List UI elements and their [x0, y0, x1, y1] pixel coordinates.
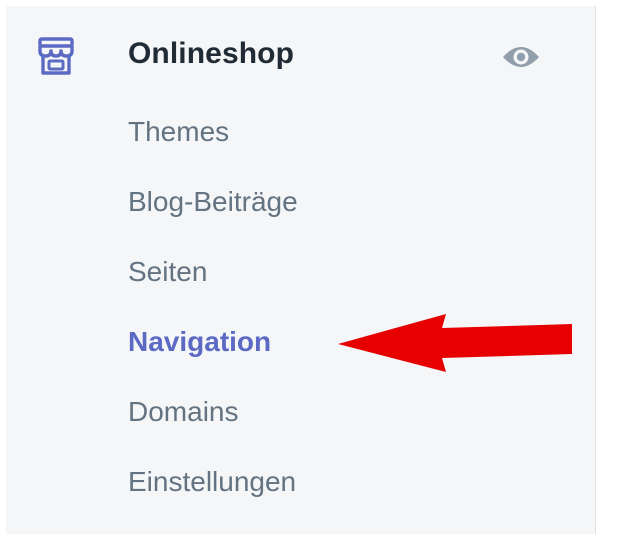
arrow-left-icon: [336, 310, 576, 374]
eye-icon[interactable]: [500, 42, 542, 72]
nav-item-themes[interactable]: Themes: [128, 116, 229, 148]
store-icon: [36, 36, 76, 80]
main-content-area: [597, 0, 641, 537]
screenshot-frame: Onlineshop Themes Blog-Beiträge Seiten N…: [0, 0, 641, 537]
nav-item-domains[interactable]: Domains: [128, 396, 238, 428]
nav-item-pages[interactable]: Seiten: [128, 256, 207, 288]
nav-item-settings[interactable]: Einstellungen: [128, 466, 296, 498]
sales-channel-online-store[interactable]: Onlineshop: [6, 28, 595, 90]
nav-item-blog-posts[interactable]: Blog-Beiträge: [128, 186, 298, 218]
section-title: Onlineshop: [128, 37, 294, 70]
sidebar: Onlineshop Themes Blog-Beiträge Seiten N…: [6, 6, 596, 534]
nav-item-navigation[interactable]: Navigation: [128, 326, 271, 358]
